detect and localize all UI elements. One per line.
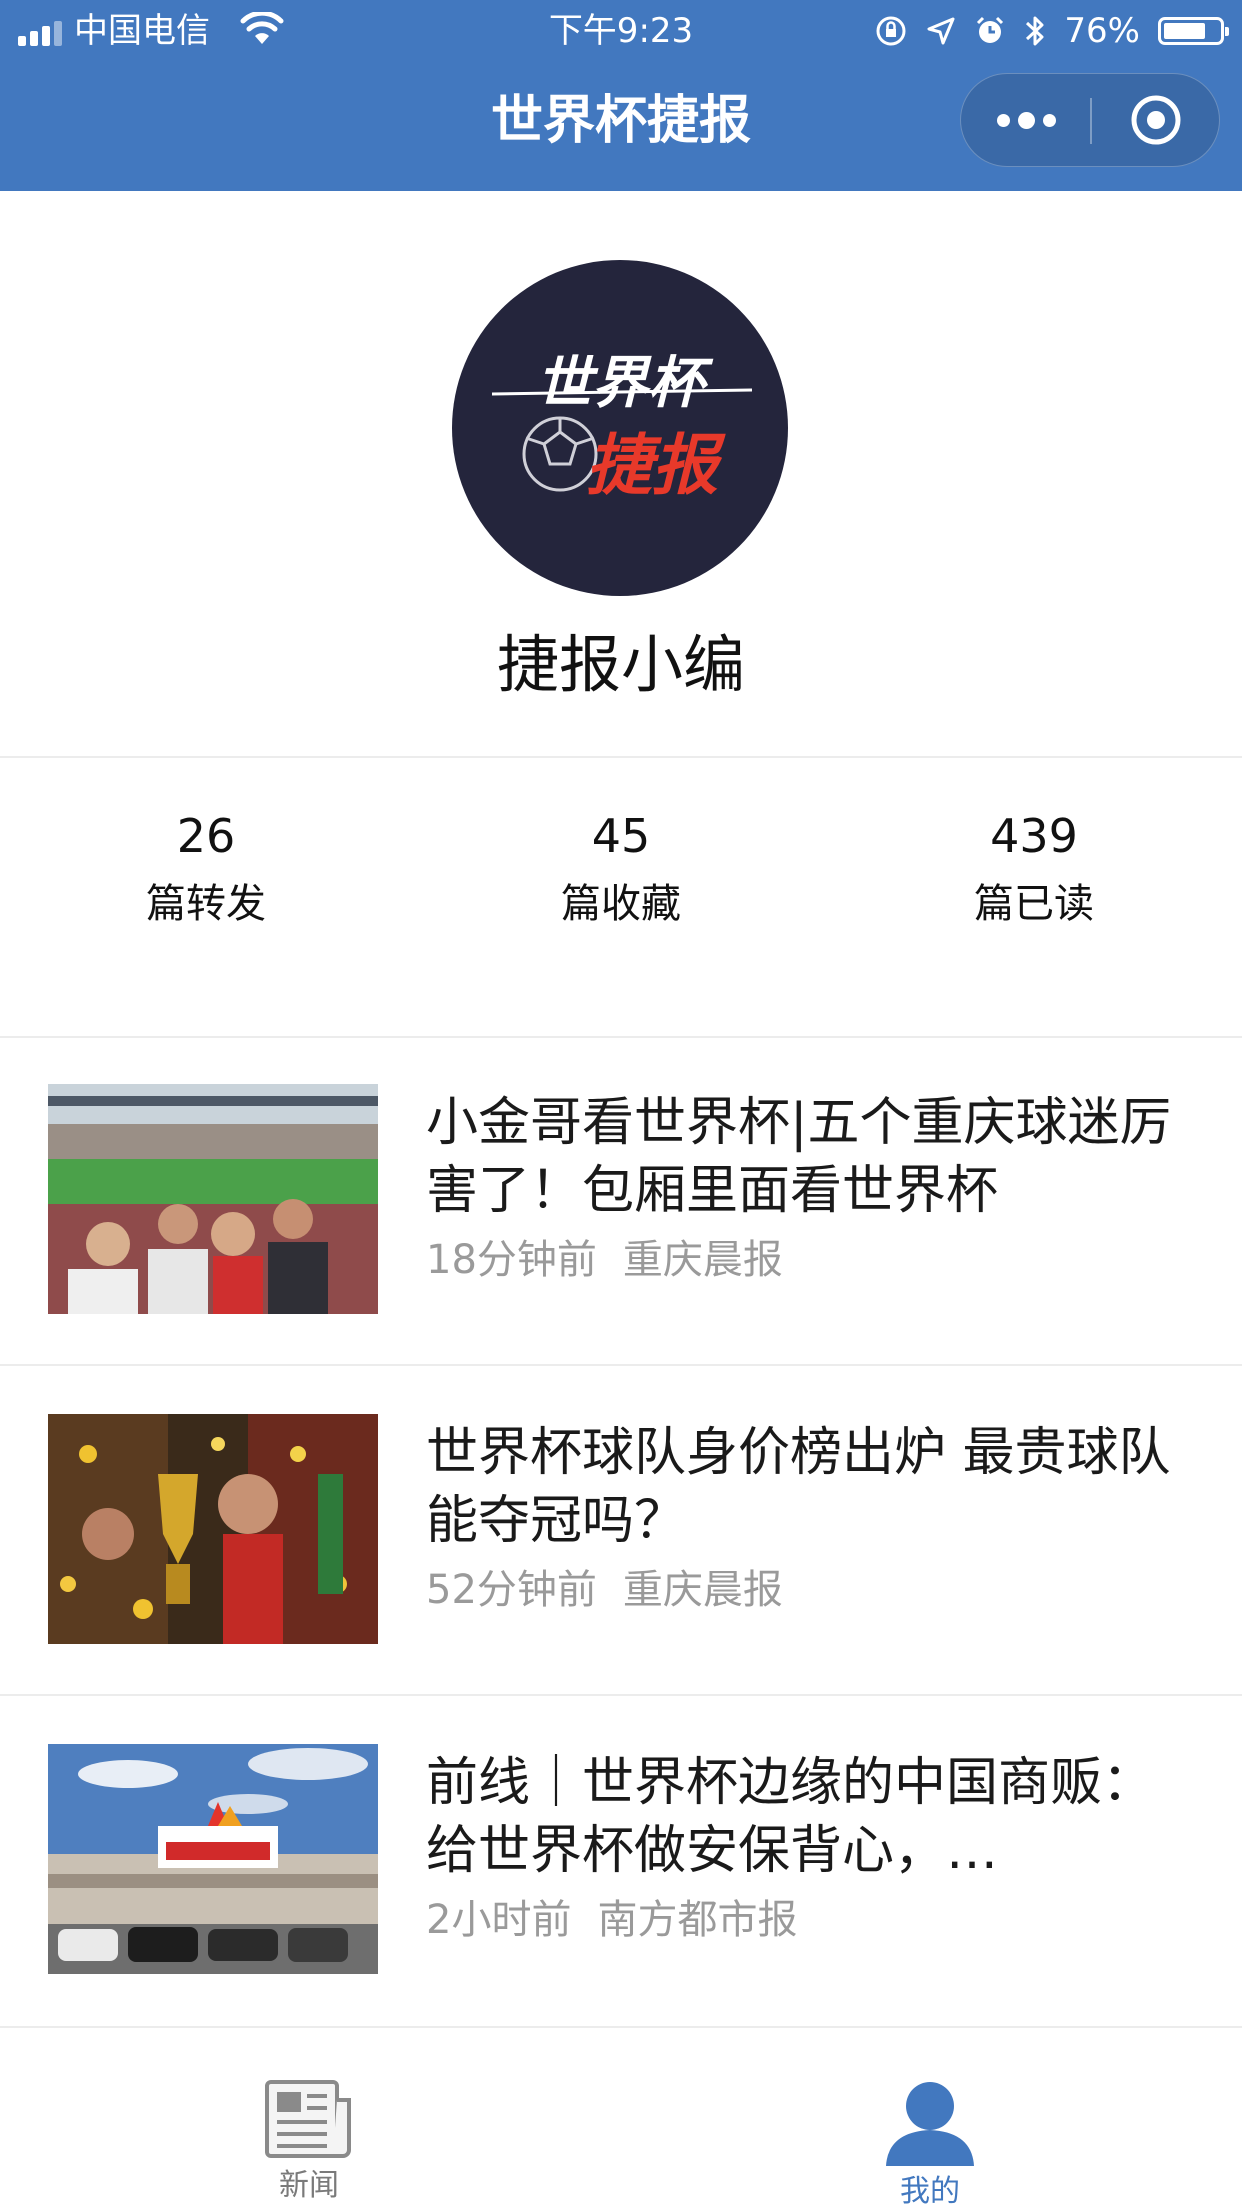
- battery-icon: [1158, 17, 1229, 45]
- divider: [0, 756, 1242, 758]
- location-icon: [927, 17, 955, 45]
- bluetooth-icon: [1026, 16, 1044, 46]
- battery-percent: 76%: [1064, 11, 1140, 51]
- logo-line1: 世界杯: [536, 351, 714, 416]
- divider: [0, 1694, 1242, 1696]
- more-icon: [996, 113, 1010, 127]
- orientation-lock-icon: [876, 16, 906, 46]
- close-miniprogram-button[interactable]: [1091, 74, 1221, 166]
- stat-label: 篇收藏: [561, 881, 681, 927]
- news-time: 18分钟前: [426, 1237, 597, 1283]
- user-icon: [886, 2082, 974, 2166]
- logo-line2: 捷报: [586, 427, 726, 504]
- news-source: 南方都市报: [597, 1897, 798, 1943]
- news-meta: 52分钟前 重庆晨报: [426, 1562, 783, 1618]
- news-source: 重庆晨报: [622, 1567, 783, 1613]
- newspaper-icon: [265, 2080, 351, 2158]
- stat-favorites[interactable]: 45 篇收藏: [471, 808, 771, 932]
- divider: [0, 1036, 1242, 1038]
- news-meta: 2小时前 南方都市报: [426, 1892, 797, 1948]
- news-time: 2小时前: [426, 1897, 572, 1943]
- stat-reposts[interactable]: 26 篇转发: [56, 808, 356, 932]
- more-button[interactable]: [961, 74, 1091, 166]
- status-right: 76%: [874, 10, 1229, 52]
- moscow-market-photo: [48, 1744, 378, 1974]
- news-source: 重庆晨报: [622, 1237, 783, 1283]
- stat-value: 45: [591, 809, 651, 863]
- tab-label: 新闻: [279, 2168, 339, 2203]
- news-title: 小金哥看世界杯|五个重庆球迷厉害了！包厢里面看世界杯: [426, 1093, 1172, 1221]
- top-bar: 中国电信 下午9:23 76% 世界杯捷报: [0, 0, 1242, 191]
- divider: [0, 2026, 1242, 2028]
- miniprogram-capsule: [960, 73, 1220, 167]
- news-item[interactable]: 前线｜世界杯边缘的中国商贩：给世界杯做安保背心，… 2小时前 南方都市报: [0, 1744, 1242, 2074]
- avatar: 世界杯 捷报: [452, 260, 788, 596]
- tab-news[interactable]: 新闻: [209, 2078, 409, 2204]
- status-bar: 中国电信 下午9:23 76%: [0, 0, 1242, 62]
- stat-value: 439: [990, 809, 1078, 863]
- news-title: 前线｜世界杯边缘的中国商贩：给世界杯做安保背心，…: [426, 1753, 1155, 1881]
- close-miniprogram-icon: [1131, 95, 1181, 145]
- stadium-fans-photo: [48, 1084, 378, 1314]
- alarm-icon: [977, 16, 1004, 43]
- trophy-celebration-photo: [48, 1414, 378, 1644]
- news-meta: 18分钟前 重庆晨报: [426, 1232, 783, 1288]
- stat-label: 篇转发: [146, 881, 266, 927]
- news-title: 世界杯球队身价榜出炉 最贵球队能夺冠吗？: [426, 1423, 1171, 1551]
- news-time: 52分钟前: [426, 1567, 597, 1613]
- tab-label: 我的: [900, 2174, 960, 2209]
- user-name: 捷报小编: [496, 628, 745, 701]
- stat-read[interactable]: 439 篇已读: [884, 808, 1184, 932]
- worldcup-logo: 世界杯 捷报: [491, 351, 753, 504]
- tab-mine[interactable]: 我的: [830, 2078, 1030, 2210]
- stat-value: 26: [176, 809, 236, 863]
- stat-label: 篇已读: [974, 881, 1094, 927]
- divider: [0, 1364, 1242, 1366]
